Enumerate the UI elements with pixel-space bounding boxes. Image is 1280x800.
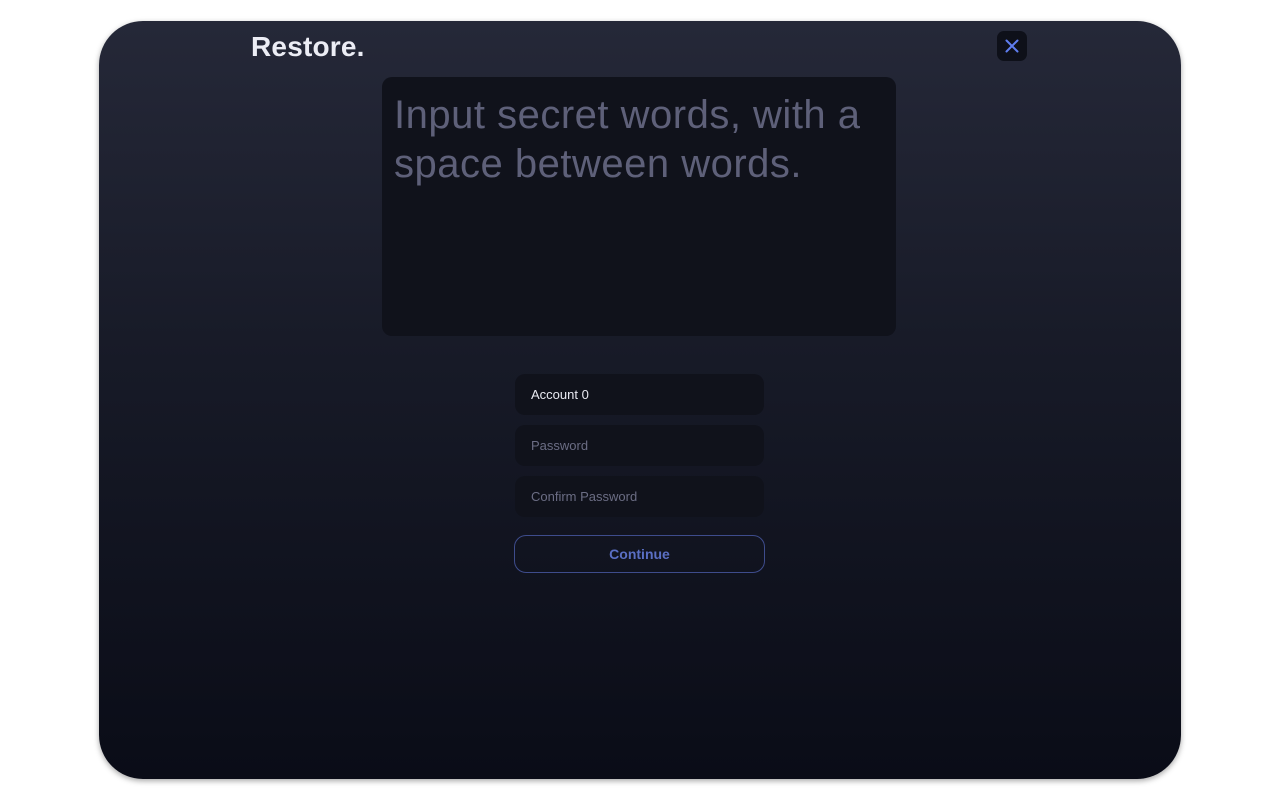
close-icon — [1005, 39, 1019, 53]
continue-button-label: Continue — [609, 546, 670, 562]
secret-words-input[interactable]: Input secret words, with a space between… — [382, 77, 896, 336]
confirm-password-field-placeholder: Confirm Password — [531, 489, 638, 504]
account-field[interactable]: Account 0 — [515, 374, 764, 415]
password-field-placeholder: Password — [531, 438, 589, 453]
page-title: Restore. — [251, 31, 365, 62]
confirm-password-field[interactable]: Confirm Password — [515, 476, 764, 517]
close-button[interactable] — [997, 31, 1027, 61]
secret-words-placeholder: Input secret words, with a space between… — [394, 93, 861, 186]
continue-button[interactable]: Continue — [514, 535, 765, 573]
restore-window: Restore. Input secret words, with a spac… — [99, 21, 1181, 779]
password-field[interactable]: Password — [515, 425, 764, 466]
account-field-value: Account 0 — [531, 387, 589, 402]
